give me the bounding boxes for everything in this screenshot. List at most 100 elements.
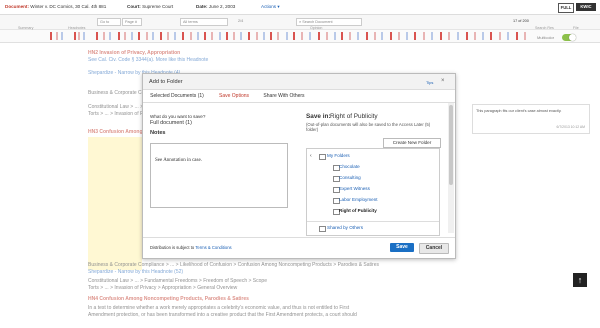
strip-marker[interactable] — [507, 32, 509, 40]
folder-item-consulting[interactable]: Consulting — [339, 175, 439, 180]
strip-marker[interactable] — [118, 32, 120, 40]
strip-marker[interactable] — [204, 32, 206, 40]
strip-marker[interactable] — [96, 32, 98, 40]
strip-marker[interactable] — [109, 32, 111, 40]
strip-marker[interactable] — [390, 32, 392, 40]
terms-link[interactable]: Terms & Conditions — [195, 245, 231, 250]
actions-menu[interactable]: Actions ▾ — [261, 4, 280, 10]
strip-marker[interactable] — [197, 32, 199, 40]
strip-marker[interactable] — [78, 32, 80, 40]
full-view-button[interactable]: FULL — [558, 3, 574, 13]
tips-link[interactable]: Tips — [426, 80, 433, 85]
folder-item-chocolate[interactable]: Chocolate — [339, 164, 439, 169]
strip-marker[interactable] — [490, 32, 492, 40]
kwic-view-button[interactable]: KWIC — [576, 3, 596, 11]
date-info: Date: June 2, 2003 — [196, 4, 235, 9]
strip-marker[interactable] — [103, 32, 105, 40]
strip-marker[interactable] — [326, 32, 328, 40]
strip-marker[interactable] — [474, 32, 476, 40]
folder-item-right-of-publicity[interactable]: Right of Publicity — [339, 208, 439, 213]
strip-marker[interactable] — [240, 32, 242, 40]
strip-marker[interactable] — [211, 32, 213, 40]
strip-marker[interactable] — [277, 32, 279, 40]
strip-marker[interactable] — [431, 32, 433, 40]
strip-marker[interactable] — [190, 32, 192, 40]
term-select[interactable]: All terms — [180, 18, 228, 26]
strip-marker[interactable] — [309, 32, 311, 40]
strip-marker[interactable] — [357, 32, 359, 40]
strip-marker[interactable] — [293, 32, 295, 40]
strip-marker[interactable] — [286, 32, 288, 40]
strip-marker[interactable] — [256, 32, 258, 40]
strip-marker[interactable] — [516, 32, 518, 40]
annotation-note[interactable]: This paragraph fits our client's case al… — [472, 104, 590, 134]
strip-marker[interactable] — [56, 32, 58, 40]
distribution-text: Distribution is subject to Terms & Condi… — [150, 245, 232, 250]
folder-item-labor-employment[interactable]: Labor Employment — [339, 197, 439, 202]
notes-editor[interactable]: See Annotation in case. — [150, 143, 288, 208]
cancel-button[interactable]: Cancel — [419, 243, 449, 254]
strip-marker[interactable] — [318, 32, 320, 40]
strip-marker[interactable] — [131, 32, 133, 40]
strip-marker[interactable] — [349, 32, 351, 40]
goto-select[interactable]: Go to — [97, 18, 121, 26]
document-title: Winter v. DC Comics, 30 Cal. 4th 881 — [30, 4, 107, 9]
actions-label: Actions — [261, 4, 277, 9]
strip-marker[interactable] — [406, 32, 408, 40]
strip-marker[interactable] — [74, 32, 76, 40]
what-to-save-label: What do you want to save? — [150, 114, 206, 119]
strip-marker[interactable] — [423, 32, 425, 40]
scroll-to-top-button[interactable]: ↑ — [573, 273, 587, 287]
strip-marker[interactable] — [174, 32, 176, 40]
strip-marker[interactable] — [61, 32, 63, 40]
strip-marker[interactable] — [466, 32, 468, 40]
strip-marker[interactable] — [83, 32, 85, 40]
document-map-strip[interactable] — [0, 30, 600, 43]
strip-marker[interactable] — [457, 32, 459, 40]
strip-marker[interactable] — [374, 32, 376, 40]
strip-marker[interactable] — [50, 32, 52, 40]
strip-marker[interactable] — [440, 32, 442, 40]
save-in-value: Right of Publicity — [330, 113, 378, 120]
scrollbar-thumb[interactable] — [449, 105, 453, 185]
strip-marker[interactable] — [182, 32, 184, 40]
strip-marker[interactable] — [152, 32, 154, 40]
tab-selected-documents[interactable]: Selected Documents (1) — [146, 91, 208, 102]
strip-marker[interactable] — [524, 32, 526, 40]
strip-marker[interactable] — [160, 32, 162, 40]
strip-marker[interactable] — [146, 32, 148, 40]
strip-marker[interactable] — [233, 32, 235, 40]
strip-marker[interactable] — [301, 32, 303, 40]
strip-marker[interactable] — [381, 32, 383, 40]
tab-share-with-others[interactable]: Share With Others — [257, 91, 311, 102]
strip-marker[interactable] — [414, 32, 416, 40]
chevron-left-icon[interactable]: ‹ — [310, 153, 312, 159]
multicolor-toggle[interactable] — [562, 34, 576, 41]
strip-marker[interactable] — [248, 32, 250, 40]
dialog-scrollbar[interactable] — [448, 103, 454, 233]
strip-marker[interactable] — [499, 32, 501, 40]
strip-marker[interactable] — [398, 32, 400, 40]
strip-marker[interactable] — [263, 32, 265, 40]
page-number-input[interactable]: Page # — [122, 18, 142, 26]
save-in-label: Save in: — [306, 113, 331, 120]
create-new-folder-button[interactable]: Create New Folder — [383, 138, 441, 148]
strip-marker[interactable] — [167, 32, 169, 40]
close-icon[interactable]: × — [441, 78, 445, 84]
strip-marker[interactable] — [334, 32, 336, 40]
strip-marker[interactable] — [366, 32, 368, 40]
shared-by-others-item[interactable]: Shared by Others — [327, 225, 363, 230]
folder-item-expert-witness[interactable]: Expert Witness — [339, 186, 439, 191]
strip-marker[interactable] — [219, 32, 221, 40]
strip-marker[interactable] — [448, 32, 450, 40]
search-document-input[interactable]: ⌕ Search Document — [296, 18, 362, 26]
save-button[interactable]: Save — [390, 243, 414, 252]
strip-marker[interactable] — [138, 32, 140, 40]
strip-marker[interactable] — [341, 32, 343, 40]
dialog-title: Add to Folder — [149, 79, 183, 85]
my-folders-item[interactable]: My Folders — [327, 153, 350, 158]
strip-marker[interactable] — [124, 32, 126, 40]
strip-marker[interactable] — [482, 32, 484, 40]
strip-marker[interactable] — [226, 32, 228, 40]
strip-marker[interactable] — [270, 32, 272, 40]
